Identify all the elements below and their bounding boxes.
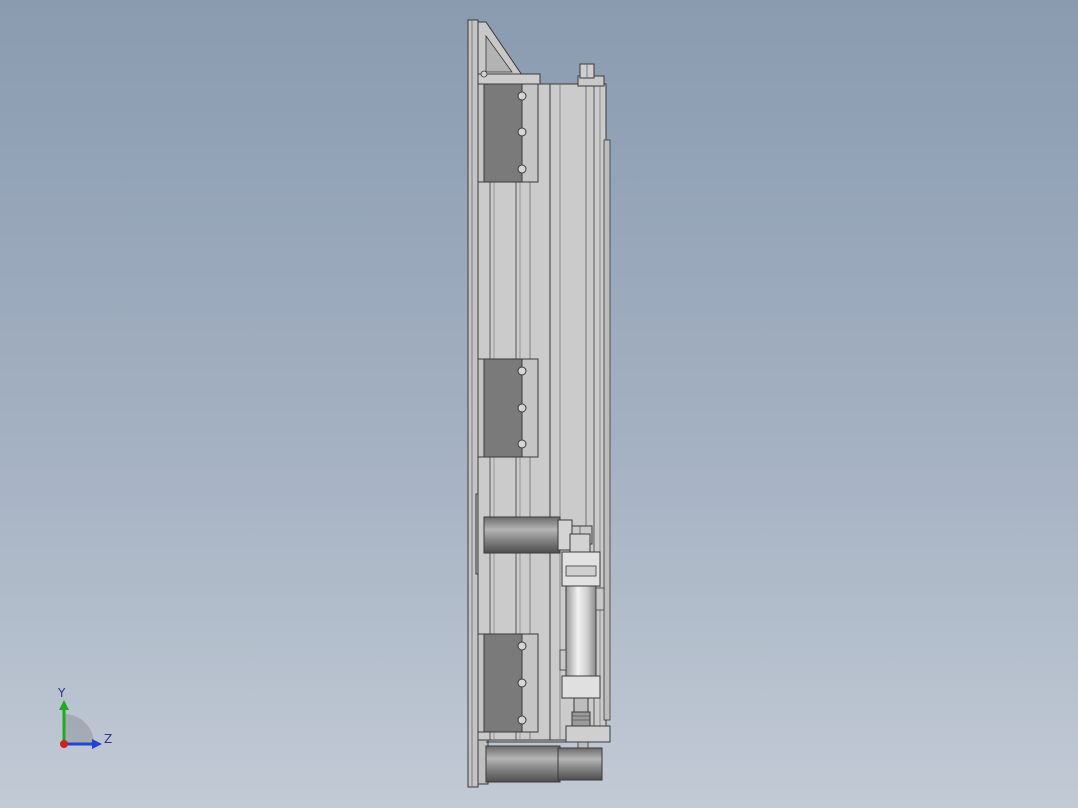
gusset-bracket — [477, 21, 541, 85]
slider-block-bottom — [477, 633, 539, 733]
cad-viewport[interactable]: Y Z — [0, 0, 1078, 808]
slider-block-top — [477, 83, 539, 183]
axis-triad: Y Z — [52, 684, 122, 754]
linear-module-model[interactable] — [0, 0, 1078, 808]
slider-block-middle — [477, 358, 539, 458]
y-axis-label: Y — [58, 686, 66, 700]
x-axis-dot — [60, 740, 68, 748]
z-axis-label: Z — [104, 732, 113, 746]
top-fitting — [577, 63, 605, 87]
